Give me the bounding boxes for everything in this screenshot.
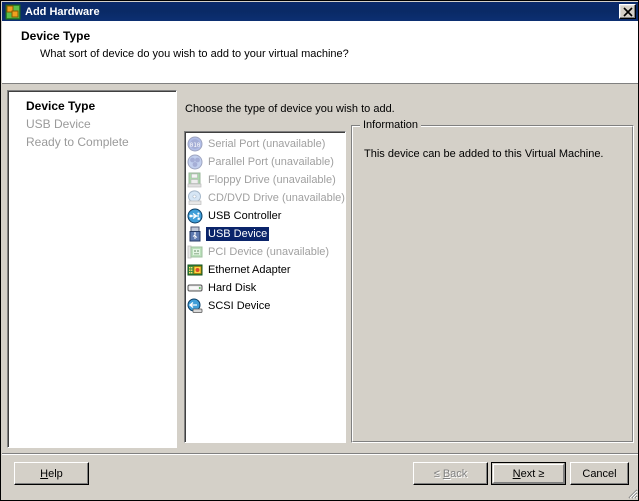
resize-grip-icon[interactable] [624,485,638,499]
list-item-label: Ethernet Adapter [208,263,291,276]
list-item[interactable]: SCSI Device [187,297,272,314]
next-button[interactable]: Next ≥ [491,462,566,485]
sidebar-item-usb-device[interactable]: USB Device [26,117,91,131]
ethernet-adapter-icon [187,262,203,278]
list-item[interactable]: USB Controller [187,207,283,224]
dialog-footer: Help ≤ Back Next ≥ Cancel [2,455,638,500]
information-group-inner-border [352,126,633,442]
wizard-header: Device Type What sort of device do you w… [2,21,638,84]
list-item-label: Serial Port (unavailable) [208,137,326,150]
next-button-label: Next ≥ [512,467,545,480]
scsi-device-icon [187,298,203,314]
back-button-label: ≤ Back [433,467,468,480]
back-button[interactable]: ≤ Back [413,462,488,485]
list-item-label: SCSI Device [208,299,271,312]
list-item-label: USB Controller [208,209,282,222]
dialog-body: Device Type USB Device Ready to Complete… [2,85,638,453]
usb-device-icon [187,226,203,242]
list-item[interactable]: CD/DVD Drive (unavailable) [187,189,345,206]
cd-dvd-drive-icon [187,189,203,206]
list-item-label: Parallel Port (unavailable) [208,155,334,168]
serial-port-icon: 010 [187,136,203,152]
title-bar[interactable]: Add Hardware [2,2,638,21]
list-item-label: PCI Device (unavailable) [208,245,330,258]
main-content: Choose the type of device you wish to ad… [182,85,637,453]
list-item-label: USB Device [206,226,270,241]
close-icon [623,7,633,17]
cancel-button-label: Cancel [582,467,617,480]
information-legend: Information [360,119,422,131]
wizard-steps-panel: Device Type USB Device Ready to Complete [7,90,177,448]
window-title: Add Hardware [25,5,100,18]
list-item[interactable]: PCI Device (unavailable) [187,243,331,260]
help-button[interactable]: Help [14,462,89,485]
list-item[interactable]: Ethernet Adapter [187,261,293,278]
list-item[interactable]: Floppy Drive (unavailable) [187,171,338,188]
list-item[interactable]: USB Device [187,225,270,242]
list-item[interactable]: Parallel Port (unavailable) [187,153,336,170]
choose-device-label: Choose the type of device you wish to ad… [185,103,395,115]
cancel-button[interactable]: Cancel [570,462,629,485]
list-item-label: Hard Disk [208,281,257,294]
svg-text:010: 010 [190,142,201,149]
usb-controller-icon [187,208,203,224]
floppy-drive-icon [187,172,203,188]
add-hardware-icon [5,4,21,20]
sidebar-item-device-type[interactable]: Device Type [26,99,95,113]
list-item[interactable]: Hard Disk [187,279,258,296]
sidebar-item-ready-to-complete[interactable]: Ready to Complete [26,135,129,149]
list-item[interactable]: 010 Serial Port (unavailable) [187,135,327,152]
information-text: This device can be added to this Virtual… [364,148,604,160]
list-item-label: Floppy Drive (unavailable) [208,173,336,186]
add-hardware-dialog: Add Hardware Device Type What sort of de… [0,0,639,501]
help-button-label: Help [40,467,63,480]
page-title: Device Type [21,29,91,43]
page-subtitle: What sort of device do you wish to add t… [40,48,349,60]
information-group: Information This device can be added to … [351,119,634,443]
device-type-listbox[interactable]: 010 Serial Port (unavailable) Parallel P… [184,131,346,443]
list-item-label: CD/DVD Drive (unavailable) [208,191,345,204]
hard-disk-icon [187,280,203,296]
close-button[interactable] [619,4,636,19]
parallel-port-icon [187,154,203,170]
pci-device-icon [187,244,203,260]
